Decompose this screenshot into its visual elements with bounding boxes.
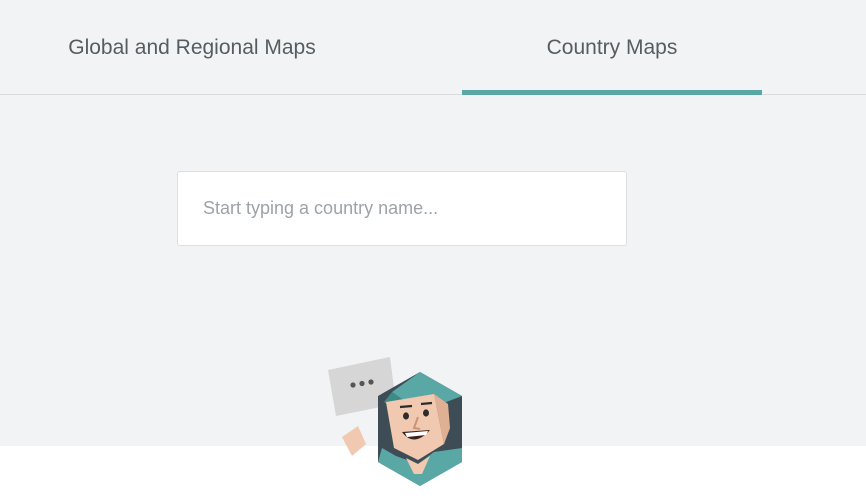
tab-label-global: Global and Regional Maps	[68, 35, 316, 59]
mascot-illustration	[328, 357, 462, 486]
tab-global-regional-maps[interactable]: Global and Regional Maps	[0, 0, 384, 95]
active-tab-indicator	[462, 90, 762, 95]
tab-country-maps[interactable]: Country Maps	[462, 0, 762, 95]
tab-label-country: Country Maps	[546, 35, 678, 59]
tab-bar: Global and Regional Maps Country Maps	[0, 0, 866, 95]
country-search-input[interactable]	[178, 172, 626, 245]
country-search-box	[177, 171, 627, 246]
